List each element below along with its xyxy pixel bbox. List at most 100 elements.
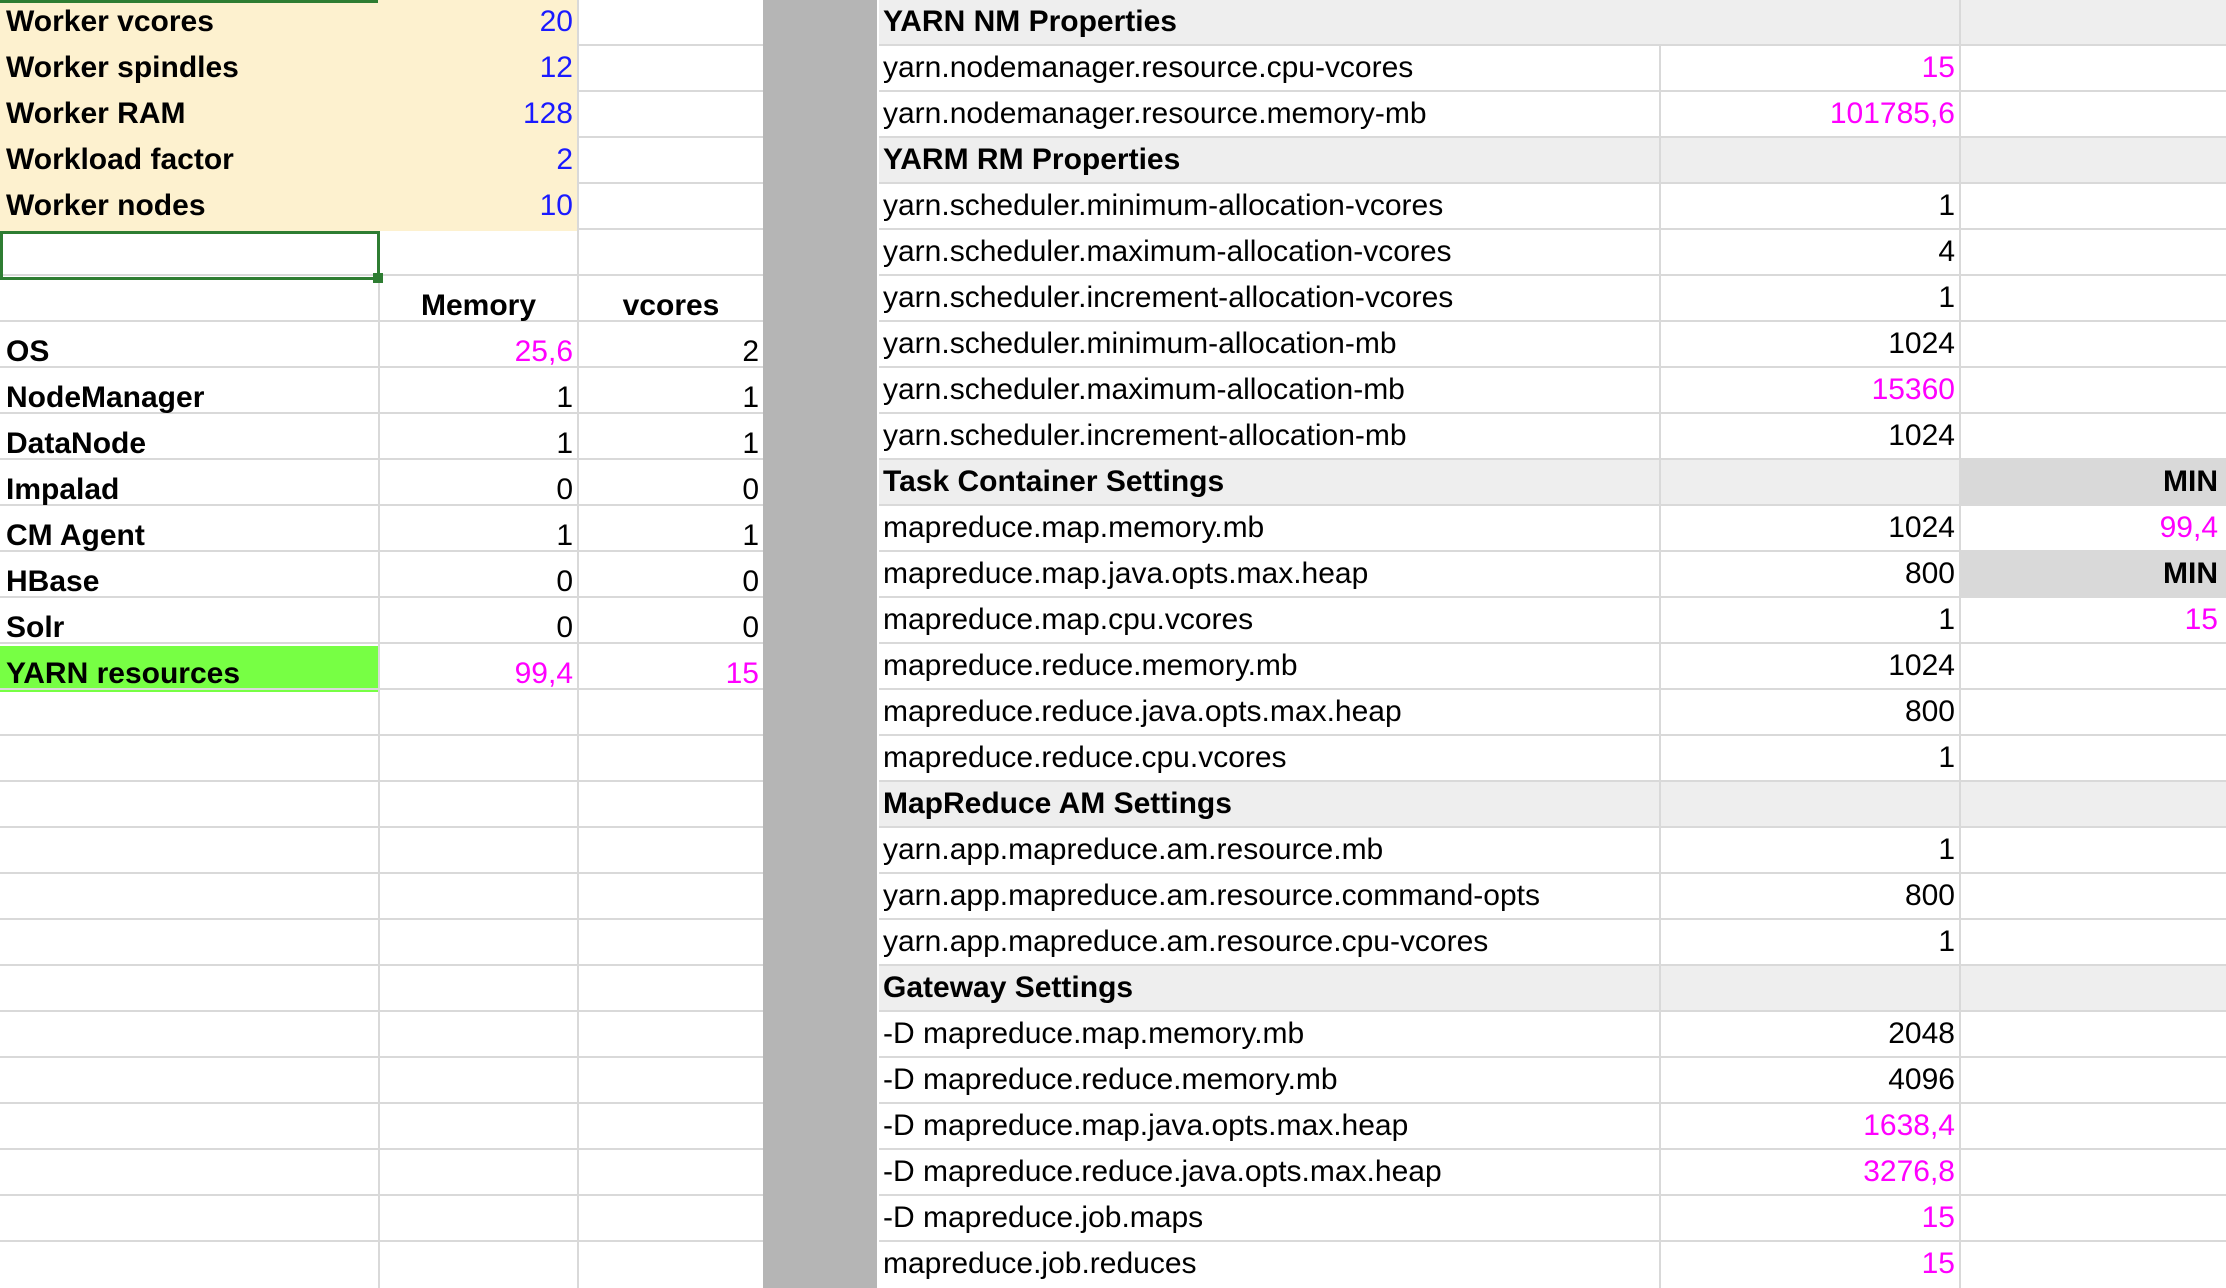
property-name: yarn.scheduler.minimum-allocation-vcores	[883, 189, 1444, 222]
separator-column	[763, 0, 877, 1288]
property-value[interactable]: 800	[1661, 690, 1959, 734]
property-name: mapreduce.map.java.opts.max.heap	[883, 557, 1369, 590]
property-value[interactable]: 1	[1661, 920, 1959, 964]
resource-vcores[interactable]: 2	[579, 330, 763, 374]
input-label-worker-spindles: Worker spindles	[6, 51, 239, 84]
grid-line	[577, 228, 763, 230]
grid-line	[0, 1056, 577, 1058]
fill-handle[interactable]	[373, 273, 383, 283]
grid-line	[577, 136, 763, 138]
property-value[interactable]: 1	[1661, 276, 1959, 320]
property-name: -D mapreduce.reduce.java.opts.max.heap	[883, 1155, 1442, 1188]
grid-line	[577, 826, 763, 828]
grid-line	[577, 1148, 763, 1150]
property-value[interactable]: 101785,6	[1661, 92, 1959, 136]
input-label-workload-factor: Workload factor	[6, 143, 234, 176]
yarn-resources-vcores[interactable]: 15	[579, 652, 763, 696]
property-name: mapreduce.job.reduces	[883, 1247, 1197, 1280]
grid-line	[0, 918, 577, 920]
grid-line	[0, 734, 577, 736]
property-value[interactable]: 15	[1661, 1196, 1959, 1240]
property-value[interactable]: 1638,4	[1661, 1104, 1959, 1148]
property-name: -D mapreduce.reduce.memory.mb	[883, 1063, 1338, 1096]
grid-line	[0, 964, 577, 966]
property-name: yarn.nodemanager.resource.cpu-vcores	[883, 51, 1414, 84]
input-value-worker-nodes[interactable]: 10	[380, 184, 577, 228]
property-name: yarn.scheduler.maximum-allocation-vcores	[883, 235, 1452, 268]
property-name: -D mapreduce.map.java.opts.max.heap	[883, 1109, 1409, 1142]
property-value[interactable]: 800	[1661, 874, 1959, 918]
property-value[interactable]: 1	[1661, 598, 1959, 642]
min-header: MIN	[2163, 465, 2218, 498]
property-name: -D mapreduce.job.maps	[883, 1201, 1204, 1234]
spreadsheet: Worker vcores 20 Worker spindles 12 Work…	[0, 0, 2226, 1288]
input-value-worker-vcores[interactable]: 20	[380, 0, 577, 44]
grid-line	[577, 964, 763, 966]
resource-vcores[interactable]: 1	[579, 376, 763, 420]
grid-line	[0, 1240, 577, 1242]
section-header: Task Container Settings	[883, 465, 1225, 498]
column-header-memory: Memory	[420, 289, 537, 322]
property-name: yarn.nodemanager.resource.memory-mb	[883, 97, 1427, 130]
property-value[interactable]: 1024	[1661, 644, 1959, 688]
grid-line	[1959, 0, 1961, 1288]
property-value[interactable]: 800	[1661, 552, 1959, 596]
resource-vcores[interactable]: 1	[579, 514, 763, 558]
grid-line	[577, 182, 763, 184]
resource-label: Solr	[6, 611, 65, 644]
input-value-worker-ram[interactable]: 128	[380, 92, 577, 136]
min-value[interactable]: 15	[1961, 598, 2222, 642]
property-name: yarn.scheduler.increment-allocation-mb	[883, 419, 1407, 452]
resource-label: OS	[6, 335, 50, 368]
property-value[interactable]: 1	[1661, 736, 1959, 780]
property-name: yarn.scheduler.increment-allocation-vcor…	[883, 281, 1454, 314]
grid-line	[577, 90, 763, 92]
resource-vcores[interactable]: 0	[579, 468, 763, 512]
resource-memory[interactable]: 0	[380, 606, 577, 650]
property-value[interactable]: 1	[1661, 828, 1959, 872]
property-name: yarn.scheduler.maximum-allocation-mb	[883, 373, 1405, 406]
yarn-resources-label: YARN resources	[6, 657, 241, 690]
property-value[interactable]: 1	[1661, 184, 1959, 228]
grid-line	[0, 780, 577, 782]
grid-line	[577, 1240, 763, 1242]
grid-line	[0, 1148, 577, 1150]
property-value[interactable]: 15	[1661, 1242, 1959, 1286]
resource-memory[interactable]: 0	[380, 560, 577, 604]
property-name: mapreduce.reduce.cpu.vcores	[883, 741, 1287, 774]
property-value[interactable]: 1024	[1661, 322, 1959, 366]
property-value[interactable]: 15	[1661, 46, 1959, 90]
resource-vcores[interactable]: 0	[579, 560, 763, 604]
input-value-worker-spindles[interactable]: 12	[380, 46, 577, 90]
grid-line	[577, 44, 763, 46]
resource-vcores[interactable]: 1	[579, 422, 763, 466]
resource-vcores[interactable]: 0	[579, 606, 763, 650]
property-value[interactable]: 2048	[1661, 1012, 1959, 1056]
property-name: yarn.scheduler.minimum-allocation-mb	[883, 327, 1397, 360]
property-value[interactable]: 1024	[1661, 414, 1959, 458]
grid-line	[577, 1010, 763, 1012]
grid-line	[577, 780, 763, 782]
property-value[interactable]: 15360	[1661, 368, 1959, 412]
resource-memory[interactable]: 1	[380, 514, 577, 558]
input-value-workload-factor[interactable]: 2	[380, 138, 577, 182]
resource-memory[interactable]: 1	[380, 422, 577, 466]
grid-line	[0, 826, 577, 828]
selected-cell[interactable]	[0, 231, 380, 280]
resource-memory[interactable]: 0	[380, 468, 577, 512]
property-name: mapreduce.map.memory.mb	[883, 511, 1265, 544]
property-value[interactable]: 3276,8	[1661, 1150, 1959, 1194]
property-value[interactable]: 4096	[1661, 1058, 1959, 1102]
yarn-resources-memory[interactable]: 99,4	[380, 652, 577, 696]
resource-label: CM Agent	[6, 519, 145, 552]
property-value[interactable]: 1024	[1661, 506, 1959, 550]
min-value[interactable]: 99,4	[1961, 506, 2222, 550]
grid-line	[577, 1056, 763, 1058]
property-name: yarn.app.mapreduce.am.resource.cpu-vcore…	[883, 925, 1489, 958]
grid-line	[577, 1194, 763, 1196]
resource-memory[interactable]: 25,6	[380, 330, 577, 374]
property-value[interactable]: 4	[1661, 230, 1959, 274]
grid-line	[577, 274, 763, 276]
section-header: YARN NM Properties	[883, 5, 1177, 38]
resource-memory[interactable]: 1	[380, 376, 577, 420]
